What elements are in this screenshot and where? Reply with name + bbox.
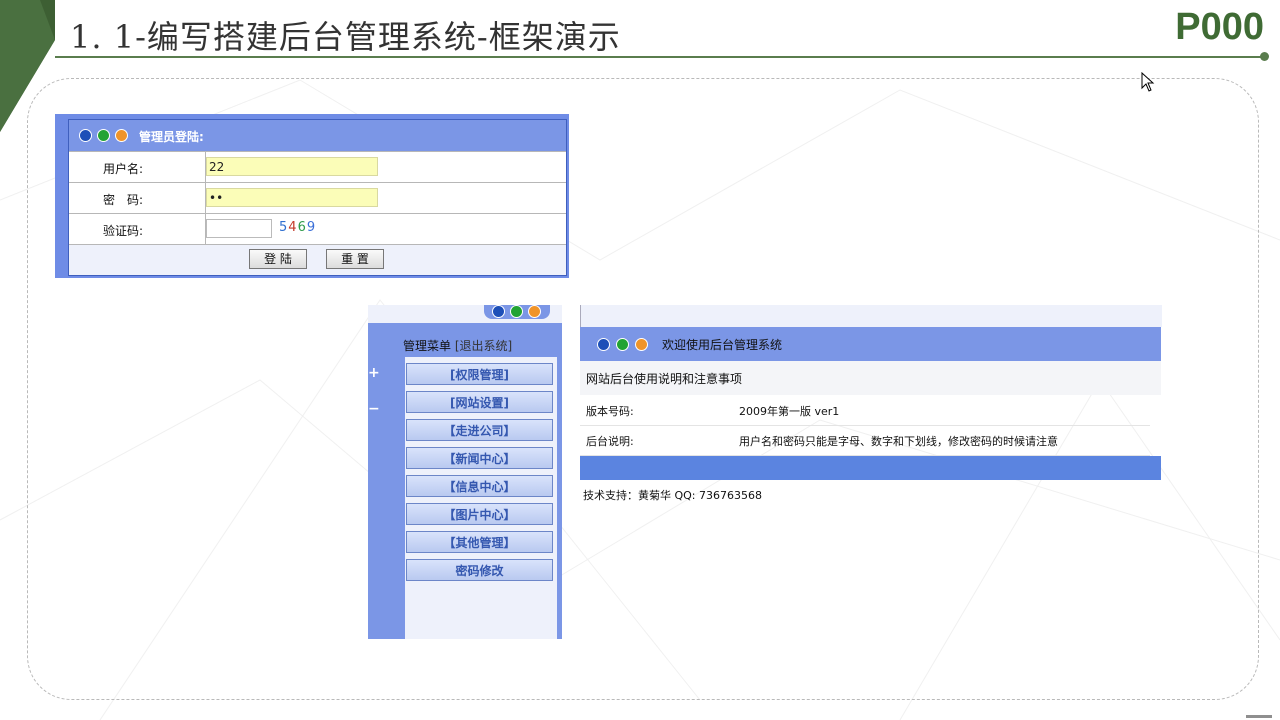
username-label: 用户名: [103,162,144,176]
sidebar-dots [484,305,550,319]
collapse-icon[interactable]: − [368,401,380,417]
menu-title-text: 管理菜单 [403,339,452,353]
menu-item-permissions[interactable]: [权限管理] [406,363,553,385]
password-input[interactable]: •• [206,188,378,207]
version-label: 版本号码: [586,405,634,418]
description-label: 后台说明: [586,435,634,448]
captcha-digit: 4 [288,220,298,235]
page-code: P000 [1175,6,1264,48]
menu-title: 管理菜单 [退出系统] [403,337,512,354]
captcha-input[interactable] [206,219,272,238]
orange-dot-icon [528,305,541,318]
title-divider [55,56,1267,58]
login-title: 管理员登陆: [139,130,204,144]
green-dot-icon [616,338,629,351]
username-row: 用户名: 22 [69,151,566,183]
expand-icon[interactable]: + [368,365,380,381]
welcome-header: 欢迎使用后台管理系统 [580,327,1161,361]
captcha-digit: 6 [297,220,307,235]
menu-item-pictures[interactable]: 【图片中心】 [406,503,553,525]
welcome-title: 欢迎使用后台管理系统 [662,338,783,352]
blue-dot-icon [79,129,92,142]
reset-button[interactable]: 重 置 [326,249,384,269]
logout-link[interactable]: [退出系统] [455,339,512,353]
title-divider-dot [1260,52,1269,61]
login-panel: 管理员登陆: 用户名: 22 密 码: •• 验证码: 5469 登 陆 重 置 [68,119,567,276]
green-dot-icon [97,129,110,142]
captcha-row: 验证码: 5469 [69,213,566,245]
captcha-digit: 9 [306,220,317,235]
support-text: 技术支持：黄菊华 QQ: 736763568 [583,489,763,502]
password-row: 密 码: •• [69,182,566,214]
menu-item-company[interactable]: 【走进公司】 [406,419,553,441]
footer-bar [580,456,1161,480]
orange-dot-icon [115,129,128,142]
version-value: 2009年第一版 ver1 [739,405,840,418]
captcha-image[interactable]: 5469 [279,220,316,235]
admin-main: 欢迎使用后台管理系统 网站后台使用说明和注意事项 版本号码: 2009年第一版 … [578,305,1162,510]
slide-title: 1. 1-编写搭建后台管理系统-框架演示 [70,18,621,56]
menu-item-password[interactable]: 密码修改 [406,559,553,581]
blue-dot-icon [597,338,610,351]
description-row: 后台说明: 用户名和密码只能是字母、数字和下划线，修改密码的时候请注意 [580,425,1150,456]
menu-item-site-settings[interactable]: [网站设置] [406,391,553,413]
captcha-label: 验证码: [103,224,144,238]
watermark [1246,715,1272,718]
blue-dot-icon [492,305,505,318]
menu-item-other[interactable]: 【其他管理】 [406,531,553,553]
version-row: 版本号码: 2009年第一版 ver1 [580,395,1150,426]
login-button[interactable]: 登 陆 [249,249,307,269]
notice-heading-row: 网站后台使用说明和注意事项 [580,361,1161,395]
username-input[interactable]: 22 [206,157,378,176]
button-row: 登 陆 重 置 [69,244,566,275]
admin-sidebar: + − 管理菜单 [退出系统] [权限管理] [网站设置] 【走进公司】 【新闻… [368,305,562,639]
menu-item-info[interactable]: 【信息中心】 [406,475,553,497]
login-header: 管理员登陆: [69,120,566,151]
description-value: 用户名和密码只能是字母、数字和下划线，修改密码的时候请注意 [739,435,1058,448]
menu-item-news[interactable]: 【新闻中心】 [406,447,553,469]
orange-dot-icon [635,338,648,351]
green-dot-icon [510,305,523,318]
mouse-cursor-icon [1141,72,1155,92]
password-label: 密 码: [103,193,144,207]
captcha-digit: 5 [279,220,289,235]
notice-heading: 网站后台使用说明和注意事项 [586,372,743,386]
